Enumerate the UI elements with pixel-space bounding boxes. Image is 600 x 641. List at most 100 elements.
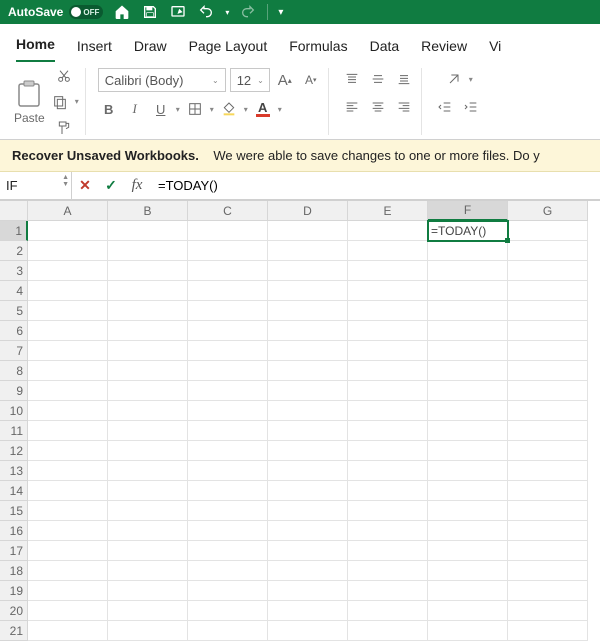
cell[interactable] bbox=[28, 401, 108, 421]
cell[interactable] bbox=[108, 281, 188, 301]
quick-access-dropdown-icon[interactable]: ▾ bbox=[278, 7, 283, 18]
cell[interactable] bbox=[268, 221, 348, 241]
cell[interactable] bbox=[428, 341, 508, 361]
cell[interactable] bbox=[268, 321, 348, 341]
tab-data[interactable]: Data bbox=[370, 38, 400, 62]
cell[interactable] bbox=[28, 561, 108, 581]
bold-button[interactable]: B bbox=[98, 98, 120, 120]
cell[interactable] bbox=[108, 501, 188, 521]
tab-draw[interactable]: Draw bbox=[134, 38, 167, 62]
cell[interactable] bbox=[348, 281, 428, 301]
cell[interactable] bbox=[428, 281, 508, 301]
row-header[interactable]: 19 bbox=[0, 581, 28, 601]
cell[interactable] bbox=[268, 461, 348, 481]
cell[interactable] bbox=[268, 581, 348, 601]
cell[interactable] bbox=[268, 441, 348, 461]
cell[interactable] bbox=[28, 321, 108, 341]
cell[interactable] bbox=[28, 281, 108, 301]
cell[interactable] bbox=[188, 621, 268, 641]
align-left-button[interactable] bbox=[341, 96, 363, 118]
cell[interactable] bbox=[108, 421, 188, 441]
decrease-font-button[interactable]: A▾ bbox=[300, 69, 322, 91]
cell[interactable] bbox=[28, 481, 108, 501]
row-header[interactable]: 4 bbox=[0, 281, 28, 301]
cell[interactable] bbox=[268, 521, 348, 541]
copy-button[interactable] bbox=[49, 91, 71, 113]
column-header[interactable]: G bbox=[508, 201, 588, 221]
cell[interactable] bbox=[188, 321, 268, 341]
column-header[interactable]: B bbox=[108, 201, 188, 221]
cell[interactable] bbox=[108, 461, 188, 481]
cell[interactable] bbox=[508, 461, 588, 481]
cell[interactable] bbox=[348, 381, 428, 401]
cell[interactable] bbox=[508, 341, 588, 361]
cell[interactable] bbox=[108, 581, 188, 601]
row-header[interactable]: 21 bbox=[0, 621, 28, 641]
tab-insert[interactable]: Insert bbox=[77, 38, 112, 62]
cell[interactable] bbox=[268, 381, 348, 401]
cell[interactable] bbox=[108, 601, 188, 621]
cell[interactable] bbox=[348, 341, 428, 361]
cell[interactable] bbox=[108, 261, 188, 281]
cell[interactable] bbox=[188, 281, 268, 301]
cell[interactable] bbox=[268, 281, 348, 301]
cell[interactable] bbox=[348, 241, 428, 261]
cell[interactable] bbox=[28, 461, 108, 481]
tab-view-truncated[interactable]: Vi bbox=[489, 38, 501, 62]
cell[interactable] bbox=[268, 601, 348, 621]
cell[interactable] bbox=[348, 501, 428, 521]
cell[interactable] bbox=[108, 521, 188, 541]
cell[interactable] bbox=[428, 581, 508, 601]
row-header[interactable]: 2 bbox=[0, 241, 28, 261]
cell[interactable] bbox=[268, 401, 348, 421]
name-box-spinner[interactable]: ▲▼ bbox=[62, 174, 69, 188]
cell[interactable] bbox=[348, 361, 428, 381]
cell[interactable] bbox=[508, 561, 588, 581]
cell[interactable] bbox=[428, 441, 508, 461]
cell[interactable] bbox=[428, 401, 508, 421]
row-header[interactable]: 10 bbox=[0, 401, 28, 421]
cell[interactable] bbox=[508, 601, 588, 621]
cell[interactable] bbox=[428, 461, 508, 481]
increase-font-button[interactable]: A▴ bbox=[274, 69, 296, 91]
cell[interactable] bbox=[428, 601, 508, 621]
cell[interactable] bbox=[108, 401, 188, 421]
cell[interactable] bbox=[348, 621, 428, 641]
italic-button[interactable]: I bbox=[124, 98, 146, 120]
cell[interactable] bbox=[508, 401, 588, 421]
row-header[interactable]: 9 bbox=[0, 381, 28, 401]
cell[interactable] bbox=[508, 321, 588, 341]
cell[interactable] bbox=[28, 241, 108, 261]
cell[interactable] bbox=[28, 421, 108, 441]
align-middle-button[interactable] bbox=[367, 68, 389, 90]
cell[interactable] bbox=[28, 361, 108, 381]
cell[interactable] bbox=[268, 301, 348, 321]
cell[interactable] bbox=[428, 501, 508, 521]
cell[interactable] bbox=[428, 241, 508, 261]
cell[interactable] bbox=[108, 361, 188, 381]
cell[interactable] bbox=[508, 481, 588, 501]
undo-icon[interactable] bbox=[197, 3, 215, 21]
home-icon[interactable] bbox=[113, 3, 131, 21]
row-header[interactable]: 12 bbox=[0, 441, 28, 461]
select-all-corner[interactable] bbox=[0, 201, 28, 221]
format-painter-button[interactable] bbox=[49, 117, 79, 139]
orientation-button[interactable] bbox=[443, 68, 465, 90]
font-name-select[interactable]: Calibri (Body) ⌄ bbox=[98, 68, 226, 92]
cell[interactable] bbox=[188, 421, 268, 441]
row-header[interactable]: 11 bbox=[0, 421, 28, 441]
cell[interactable] bbox=[348, 221, 428, 241]
row-header[interactable]: 5 bbox=[0, 301, 28, 321]
tab-page-layout[interactable]: Page Layout bbox=[189, 38, 268, 62]
cell[interactable] bbox=[428, 421, 508, 441]
cell[interactable] bbox=[428, 541, 508, 561]
cell[interactable] bbox=[508, 221, 588, 241]
cell[interactable] bbox=[268, 261, 348, 281]
borders-button[interactable] bbox=[184, 98, 206, 120]
tab-review[interactable]: Review bbox=[421, 38, 467, 62]
column-header[interactable]: D bbox=[268, 201, 348, 221]
row-header[interactable]: 18 bbox=[0, 561, 28, 581]
cell[interactable] bbox=[348, 421, 428, 441]
font-size-select[interactable]: 12 ⌄ bbox=[230, 68, 270, 92]
orientation-dropdown-icon[interactable]: ▾ bbox=[469, 75, 473, 84]
